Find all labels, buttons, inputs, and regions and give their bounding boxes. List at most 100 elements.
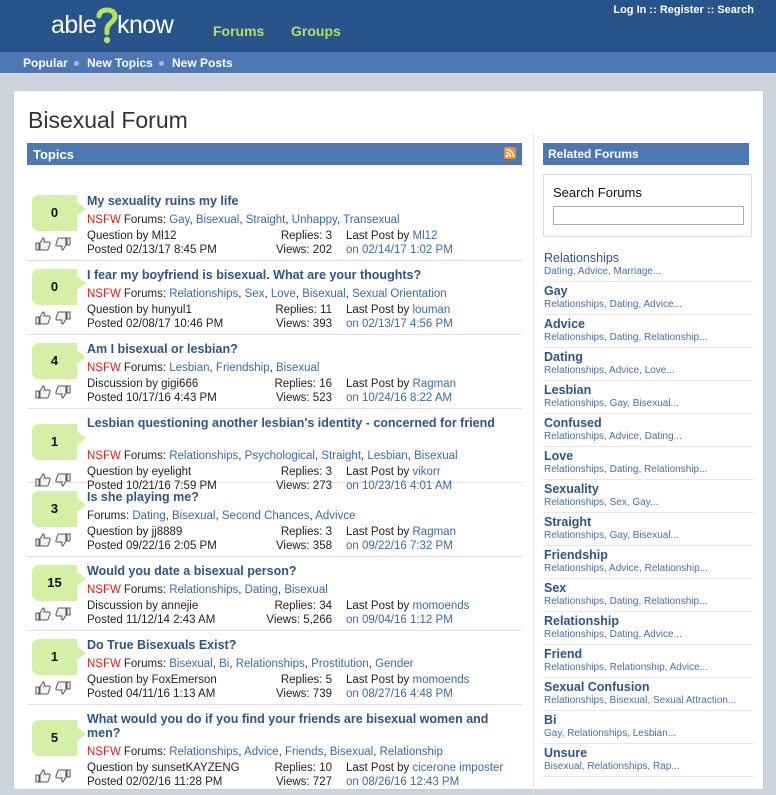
author-name[interactable]: gigi666 <box>161 378 198 390</box>
related-forum-item[interactable]: Lesbian Relationships, Gay, Bisexual... <box>543 383 753 414</box>
author-name[interactable]: Ml12 <box>152 230 177 242</box>
topic-title-link[interactable]: Would you date a bisexual person? <box>87 564 517 578</box>
thumbs-up-icon[interactable] <box>35 385 51 399</box>
last-post-date[interactable]: on 08/27/16 4:48 PM <box>346 688 453 700</box>
forum-tag-link[interactable]: Relationships <box>169 746 238 758</box>
forum-tag-link[interactable]: Friendship <box>216 362 270 374</box>
related-forum-name[interactable]: Confused <box>544 416 602 430</box>
forum-tag-link[interactable]: Sexual Orientation <box>352 288 447 300</box>
related-forum-item[interactable]: Straight Relationships, Gay, Bisexual... <box>543 515 753 546</box>
related-forum-name[interactable]: Sexuality <box>544 482 599 496</box>
last-post-author[interactable]: Ragman <box>413 378 456 390</box>
forum-tag-link[interactable]: Bisexual <box>172 510 215 522</box>
topic-title-link[interactable]: Is she playing me? <box>87 490 517 504</box>
topic-title-link[interactable]: Am I bisexual or lesbian? <box>87 342 517 356</box>
search-forums-input[interactable] <box>553 206 744 225</box>
thumbs-down-icon[interactable] <box>55 237 71 251</box>
thumbs-down-icon[interactable] <box>55 533 71 547</box>
forum-tag-link[interactable]: Gender <box>375 658 413 670</box>
last-post-date[interactable]: on 02/13/17 4:56 PM <box>346 318 453 330</box>
thumbs-up-icon[interactable] <box>35 681 51 695</box>
forum-tag-link[interactable]: Advivce <box>315 510 355 522</box>
forum-tag-link[interactable]: Lesbian <box>367 450 407 462</box>
subnav-new-posts[interactable]: New Posts <box>172 56 233 70</box>
subnav-new-topics[interactable]: New Topics <box>87 56 153 70</box>
related-forum-name[interactable]: Dating <box>544 350 583 364</box>
related-forum-name[interactable]: Relationship <box>544 614 619 628</box>
thumbs-down-icon[interactable] <box>55 681 71 695</box>
related-forum-name[interactable]: Sex <box>544 581 566 595</box>
topic-title-link[interactable]: Do True Bisexuals Exist? <box>87 638 517 652</box>
subnav-popular[interactable]: Popular <box>23 56 68 70</box>
thumbs-up-icon[interactable] <box>35 533 51 547</box>
forum-tag-link[interactable]: Love <box>271 288 296 300</box>
related-forum-name[interactable]: Friendship <box>544 548 608 562</box>
author-name[interactable]: sunsetKAYZENG <box>152 762 240 774</box>
last-post-author[interactable]: vikorr <box>413 466 441 478</box>
last-post-date-link[interactable]: on 09/22/16 7:32 PM <box>346 540 453 552</box>
topic-title-link[interactable]: Lesbian questioning another lesbian's id… <box>87 416 517 430</box>
forum-tag-link[interactable]: Psychological <box>245 450 315 462</box>
author-name[interactable]: eyelight <box>152 466 192 478</box>
related-forum-name[interactable]: Sexual Confusion <box>544 680 650 694</box>
forum-tag-link[interactable]: Bisexual <box>330 746 373 758</box>
forum-tag-link[interactable]: Bisexual <box>276 362 319 374</box>
topic-title-link[interactable]: What would you do if you find your frien… <box>87 712 517 740</box>
related-forum-item[interactable]: Dating Relationships, Advice, Love... <box>543 350 753 381</box>
forum-tag-link[interactable]: Dating <box>132 510 165 522</box>
related-forum-name[interactable]: Lesbian <box>544 383 591 397</box>
search-link[interactable]: Search <box>717 4 754 16</box>
author-name[interactable]: jj8889 <box>152 526 183 538</box>
related-forum-name[interactable]: Friend <box>544 647 582 661</box>
related-forum-item[interactable]: Relationships Dating, Advice, Marriage... <box>543 251 753 282</box>
last-post-date-link[interactable]: on 02/13/17 4:56 PM <box>346 318 453 330</box>
last-post-author[interactable]: momoends <box>413 600 470 612</box>
forum-tag-link[interactable]: Straight <box>321 450 361 462</box>
thumbs-down-icon[interactable] <box>55 607 71 621</box>
related-forum-item[interactable]: Friendship Relationships, Advice, Relatio… <box>543 548 753 579</box>
forum-tag-link[interactable]: Straight <box>246 214 286 226</box>
related-forum-name[interactable]: Bi <box>544 713 557 727</box>
register-link[interactable]: Register <box>660 4 704 16</box>
topic-title-link[interactable]: My sexuality ruins my life <box>87 194 517 208</box>
thumbs-up-icon[interactable] <box>35 237 51 251</box>
last-post-date[interactable]: on 10/24/16 8:22 AM <box>346 392 452 404</box>
last-post-date[interactable]: on 09/04/16 1:12 PM <box>346 614 453 626</box>
related-forum-item[interactable]: Confused Relationships, Advice, Dating... <box>543 416 753 447</box>
forum-tag-link[interactable]: Lesbian <box>169 362 209 374</box>
forum-tag-link[interactable]: Sex <box>245 288 265 300</box>
forum-tag-link[interactable]: Unhappy <box>292 214 337 226</box>
last-post-date[interactable]: on 08/26/16 12:43 PM <box>346 776 459 788</box>
related-forum-name[interactable]: Love <box>544 449 573 463</box>
last-post-date-link[interactable]: on 09/04/16 1:12 PM <box>346 614 453 626</box>
related-forum-item[interactable]: Relationship Relationships, Dating, Advic… <box>543 614 753 645</box>
last-post-date-link[interactable]: on 08/27/16 4:48 PM <box>346 688 453 700</box>
related-forum-item[interactable]: Love Relationships, Dating, Relationship.… <box>543 449 753 480</box>
thumbs-down-icon[interactable] <box>55 311 71 325</box>
author-name[interactable]: annejie <box>161 600 198 612</box>
thumbs-up-icon[interactable] <box>35 607 51 621</box>
forum-tag-link[interactable]: Friends <box>285 746 323 758</box>
related-forum-item[interactable]: Sexuality Relationships, Sex, Gay... <box>543 482 753 513</box>
forum-tag-link[interactable]: Relationships <box>169 450 238 462</box>
author-name[interactable]: hunyul1 <box>152 304 192 316</box>
related-forum-item[interactable]: Advice Relationships, Dating, Relationshi… <box>543 317 753 348</box>
related-forum-item[interactable]: Sexual Confusion Relationships, Bisexual,… <box>543 680 753 711</box>
author-name[interactable]: FoxEmerson <box>152 674 217 686</box>
forum-tag-link[interactable]: Relationships <box>169 288 238 300</box>
related-forum-item[interactable]: Gay Relationships, Dating, Advice... <box>543 284 753 315</box>
related-forum-name[interactable]: Gay <box>544 284 568 298</box>
forum-tag-link[interactable]: Prostitution <box>311 658 369 670</box>
related-forum-item[interactable]: Sex Relationships, Dating, Relationship..… <box>543 581 753 612</box>
last-post-date-link[interactable]: on 10/24/16 8:22 AM <box>346 392 452 404</box>
login-link[interactable]: Log In <box>613 4 646 16</box>
related-forum-name[interactable]: Unsure <box>544 746 587 760</box>
last-post-author[interactable]: momoends <box>413 674 470 686</box>
forum-tag-link[interactable]: Bisexual <box>414 450 457 462</box>
last-post-date[interactable]: on 02/14/17 1:02 PM <box>346 244 453 256</box>
forum-tag-link[interactable]: Bisexual <box>284 584 327 596</box>
thumbs-down-icon[interactable] <box>55 385 71 399</box>
thumbs-up-icon[interactable] <box>35 311 51 325</box>
forum-tag-link[interactable]: Gay <box>169 214 189 226</box>
related-forum-item[interactable]: Bi Gay, Relationships, Lesbian... <box>543 713 753 744</box>
